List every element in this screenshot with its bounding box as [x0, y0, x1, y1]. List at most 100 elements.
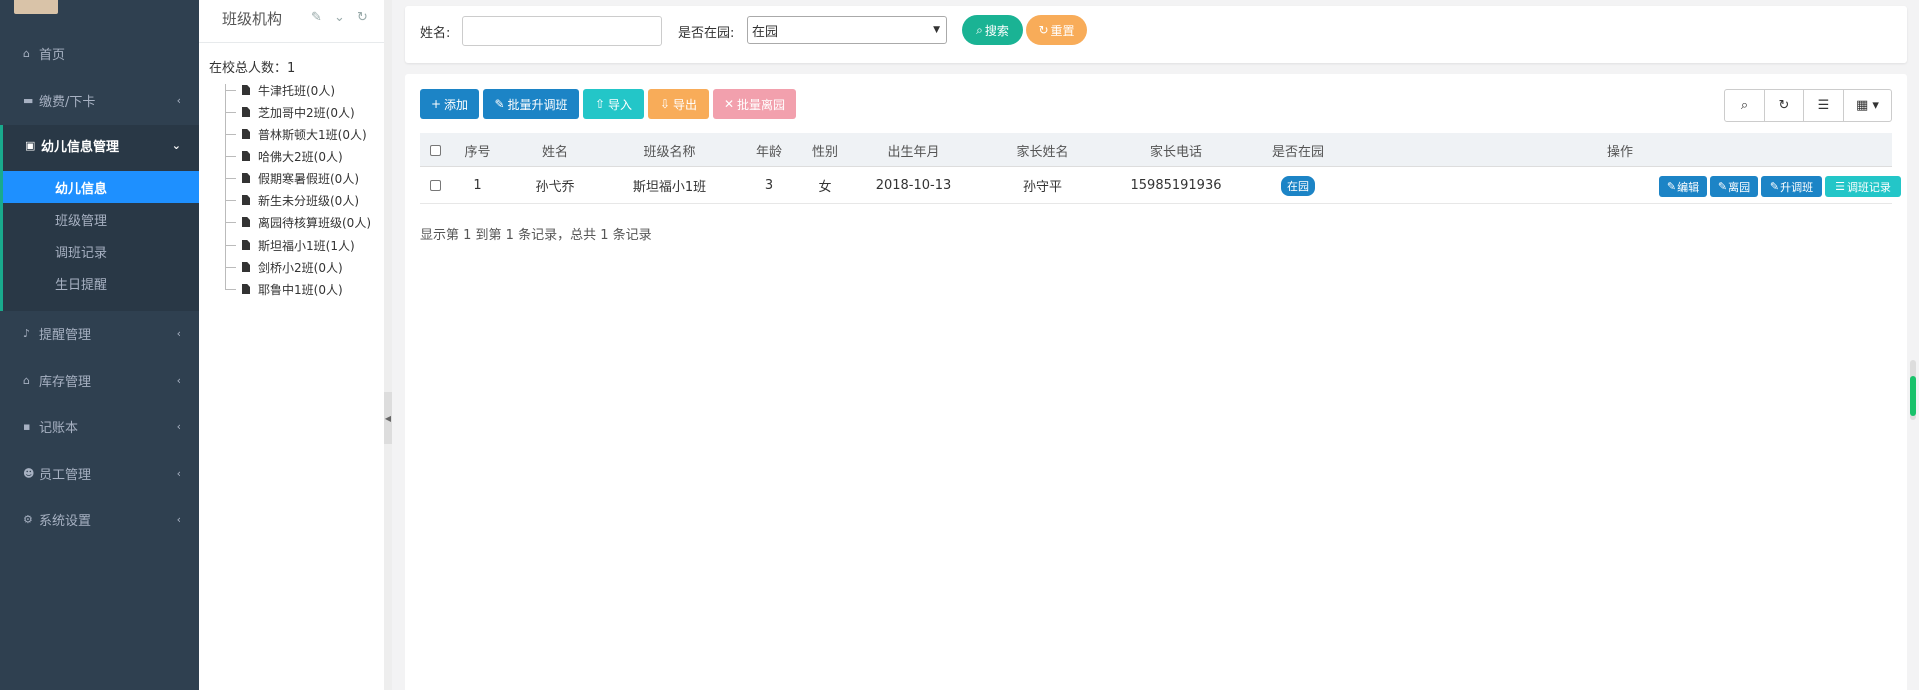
sidebar-subitem-child-info[interactable]: 幼儿信息: [3, 171, 199, 203]
sidebar-item-label: 库存管理: [39, 374, 92, 390]
collapse-handle-icon[interactable]: ◀: [384, 392, 392, 444]
refresh-icon[interactable]: ↻: [357, 10, 368, 25]
export-button[interactable]: ⇩ 导出: [648, 89, 709, 119]
tree-node[interactable]: 芝加哥中2班(0人): [226, 102, 355, 122]
card-icon: ▬: [23, 93, 34, 107]
main-panel: + 添加 ✎ 批量升调班 ⇧ 导入 ⇩ 导出 ✕ 批量离园 ⌕ ↻ ☰ ▦ ▾ 序号 姓名…: [405, 74, 1907, 690]
file-icon: [242, 173, 250, 183]
file-icon: [242, 195, 250, 205]
column-header: 家长姓名: [1016, 144, 1069, 160]
sidebar-item-payment[interactable]: ▬ 缴费/下卡 ‹: [0, 80, 199, 120]
name-label: 姓名:: [420, 26, 451, 41]
row-checkbox[interactable]: [429, 180, 441, 191]
import-button[interactable]: ⇧ 导入: [583, 89, 644, 119]
chevron-left-icon: ‹: [176, 326, 181, 340]
chevron-left-icon: ‹: [176, 512, 181, 526]
search-icon[interactable]: ⌕: [1725, 90, 1764, 121]
edit-icon: ✎: [1717, 180, 1728, 193]
chevron-left-icon: ‹: [176, 373, 181, 387]
status-select-value: 在园: [752, 24, 779, 40]
tree-node[interactable]: 哈佛大2班(0人): [226, 146, 343, 166]
cell-name: 孙弋乔: [535, 180, 575, 195]
sidebar-item-settings[interactable]: ⚙ 系统设置 ‹: [0, 499, 199, 539]
edit-button[interactable]: ✎ 编辑: [1659, 176, 1707, 197]
plus-icon: +: [430, 97, 442, 111]
search-button[interactable]: ⌕ 搜索: [962, 15, 1023, 45]
file-icon: [242, 107, 250, 117]
select-all-checkbox-cell: [420, 133, 450, 167]
cogs-icon: ⚙: [23, 512, 33, 526]
add-button[interactable]: + 添加: [420, 89, 479, 119]
column-header: 年龄: [755, 144, 782, 160]
tree-node[interactable]: 普林斯顿大1班(0人): [226, 124, 367, 144]
columns-icon[interactable]: ▦ ▾: [1843, 90, 1891, 121]
sidebar-item-reminders[interactable]: ♪ 提醒管理 ‹: [0, 313, 199, 353]
tree-title: 班级机构: [222, 10, 283, 28]
reset-button[interactable]: ↻ 重置: [1026, 15, 1087, 45]
tree-node[interactable]: 斯坦福小1班(1人): [226, 235, 355, 255]
tree-node[interactable]: 假期寒暑假班(0人): [226, 168, 359, 188]
chevron-down-icon: ⌄: [171, 138, 181, 152]
leave-button[interactable]: ✎ 离园: [1710, 176, 1758, 197]
cell-status: 在园: [1248, 167, 1348, 204]
list-icon[interactable]: ☰: [1803, 90, 1843, 121]
sidebar-item-staff[interactable]: ☻ 员工管理 ‹: [0, 453, 199, 493]
column-header: 家长电话: [1149, 144, 1202, 160]
column-header: 操作: [1606, 144, 1633, 160]
sidebar-subitem-class-management[interactable]: 班级管理: [3, 203, 199, 235]
sidebar-item-inventory[interactable]: ⌂ 库存管理 ‹: [0, 360, 199, 400]
tree-node[interactable]: 牛津托班(0人): [226, 80, 335, 100]
transfer-record-button[interactable]: ☰ 调班记录: [1825, 176, 1901, 197]
collapse-bar: [384, 0, 392, 690]
sidebar-item-label: 首页: [39, 47, 66, 63]
cell-birth: 2018-10-13: [875, 178, 952, 193]
search-icon: ⌕: [976, 22, 983, 37]
chevron-left-icon: ‹: [176, 419, 181, 433]
sidebar-item-label: 记账本: [39, 420, 79, 436]
column-header: 出生年月: [887, 144, 940, 160]
list-icon: ☰: [1835, 180, 1845, 193]
sidebar: ⌂ 首页 ▬ 缴费/下卡 ‹ ▣ 幼儿信息管理 ⌄ 幼儿信息 班级管理 调班记录…: [0, 0, 199, 690]
sidebar-item-home[interactable]: ⌂ 首页: [0, 33, 199, 73]
chevron-left-icon: ‹: [176, 93, 181, 107]
tree-node[interactable]: 新生未分班级(0人): [226, 190, 359, 210]
edit-icon[interactable]: ✎: [311, 10, 322, 25]
column-header: 是否在园: [1271, 144, 1324, 160]
avatar[interactable]: [14, 0, 58, 14]
bank-icon: ⌂: [23, 373, 30, 387]
file-icon: [242, 217, 250, 227]
sidebar-group-child-info: ▣ 幼儿信息管理 ⌄ 幼儿信息 班级管理 调班记录 生日提醒: [0, 125, 199, 311]
file-icon: [242, 151, 250, 161]
tree-node[interactable]: 耶鲁中1班(0人): [226, 279, 343, 299]
chevron-down-icon[interactable]: ⌄: [334, 10, 345, 25]
sidebar-subitem-label: 生日提醒: [55, 277, 108, 293]
chevron-down-icon: ▼: [933, 25, 940, 35]
search-panel: 姓名: 是否在园: 在园 ▼ ⌕ 搜索 ↻ 重置: [405, 6, 1907, 63]
sidebar-item-child-info[interactable]: ▣ 幼儿信息管理 ⌄: [3, 125, 199, 165]
status-select[interactable]: 在园 ▼: [747, 16, 947, 44]
batch-leave-button[interactable]: ✕ 批量离园: [713, 89, 796, 119]
sidebar-item-ledger[interactable]: ▪ 记账本 ‹: [0, 406, 199, 446]
sidebar-subitem-label: 班级管理: [55, 213, 108, 229]
tree-node[interactable]: 剑桥小2班(0人): [226, 257, 343, 277]
name-input[interactable]: [462, 16, 662, 46]
scrollbar-thumb[interactable]: [1910, 376, 1916, 416]
cell-class: 斯坦福小1班: [632, 180, 707, 195]
id-card-icon: ▣: [25, 138, 36, 152]
sidebar-subitem-transfer-records[interactable]: 调班记录: [3, 235, 199, 267]
batch-transfer-button[interactable]: ✎ 批量升调班: [483, 89, 579, 119]
file-icon: [242, 240, 250, 250]
select-all-checkbox[interactable]: [429, 144, 441, 156]
sidebar-subitem-label: 调班记录: [55, 245, 108, 261]
file-icon: [242, 262, 250, 272]
divider: [199, 42, 384, 43]
sidebar-item-label: 系统设置: [39, 513, 92, 529]
table-row: 1 孙弋乔 斯坦福小1班 3 女 2018-10-13 孙守平 15985191…: [420, 167, 1901, 204]
sidebar-item-label: 幼儿信息管理: [41, 139, 120, 155]
download-icon: ⇩: [659, 97, 671, 111]
transfer-button[interactable]: ✎ 升调班: [1761, 176, 1822, 197]
tree-node[interactable]: 离园待核算班级(0人): [226, 212, 371, 232]
refresh-icon[interactable]: ↻: [1764, 90, 1803, 121]
sidebar-subitem-birthday-reminder[interactable]: 生日提醒: [3, 267, 199, 299]
upload-icon: ⇧: [594, 97, 606, 111]
